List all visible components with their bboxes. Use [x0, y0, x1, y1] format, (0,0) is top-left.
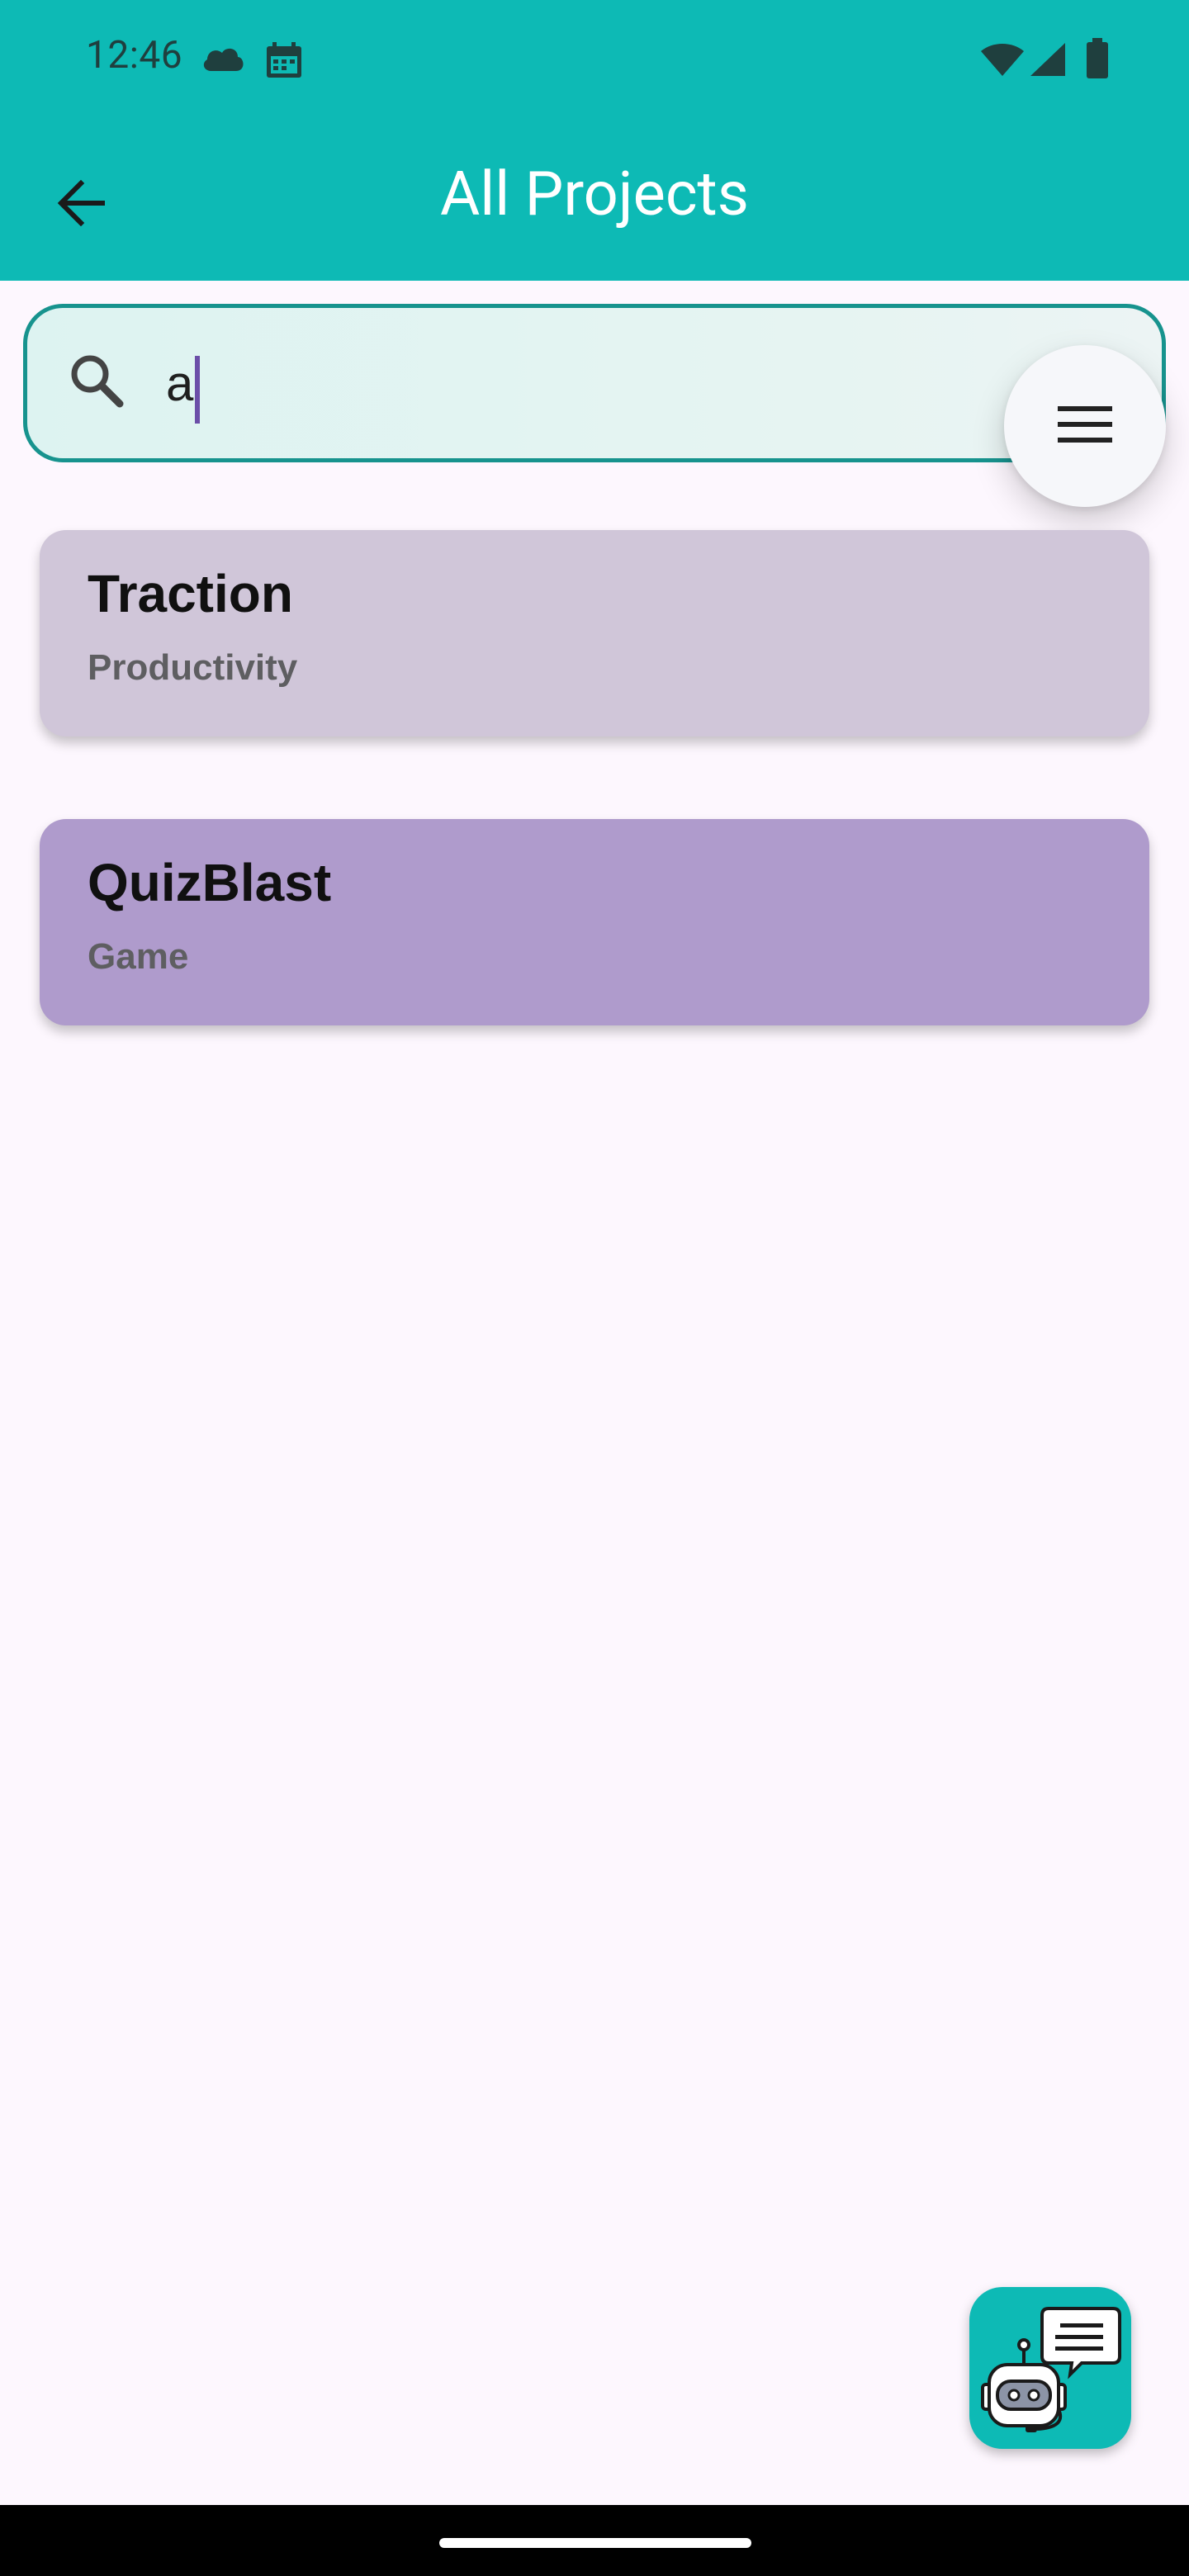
chatbot-button[interactable] [969, 2287, 1131, 2449]
status-time: 12:46 [86, 33, 183, 78]
project-category: Productivity [88, 647, 298, 688]
cloud-icon [200, 43, 246, 76]
home-indicator[interactable] [439, 2538, 751, 2548]
wifi-icon [979, 41, 1026, 81]
app-bar: All Projects [0, 116, 1189, 281]
text-caret [195, 356, 200, 424]
status-bar: 12:46 [0, 0, 1189, 116]
system-navigation-bar [0, 2505, 1189, 2576]
project-card-traction[interactable]: Traction Productivity [40, 530, 1149, 736]
project-card-quizblast[interactable]: QuizBlast Game [40, 819, 1149, 1025]
search-input[interactable] [166, 338, 909, 429]
project-title: Traction [88, 564, 293, 623]
project-title: QuizBlast [88, 853, 332, 912]
menu-icon [1058, 405, 1112, 447]
menu-button[interactable] [1004, 345, 1166, 507]
signal-icon [1029, 41, 1067, 81]
chatbot-icon [978, 2295, 1123, 2444]
search-bar[interactable] [23, 304, 1166, 462]
page-title: All Projects [440, 159, 749, 230]
battery-icon [1085, 38, 1110, 83]
project-category: Game [88, 936, 189, 977]
search-icon [67, 351, 126, 414]
calendar-icon [264, 41, 304, 83]
